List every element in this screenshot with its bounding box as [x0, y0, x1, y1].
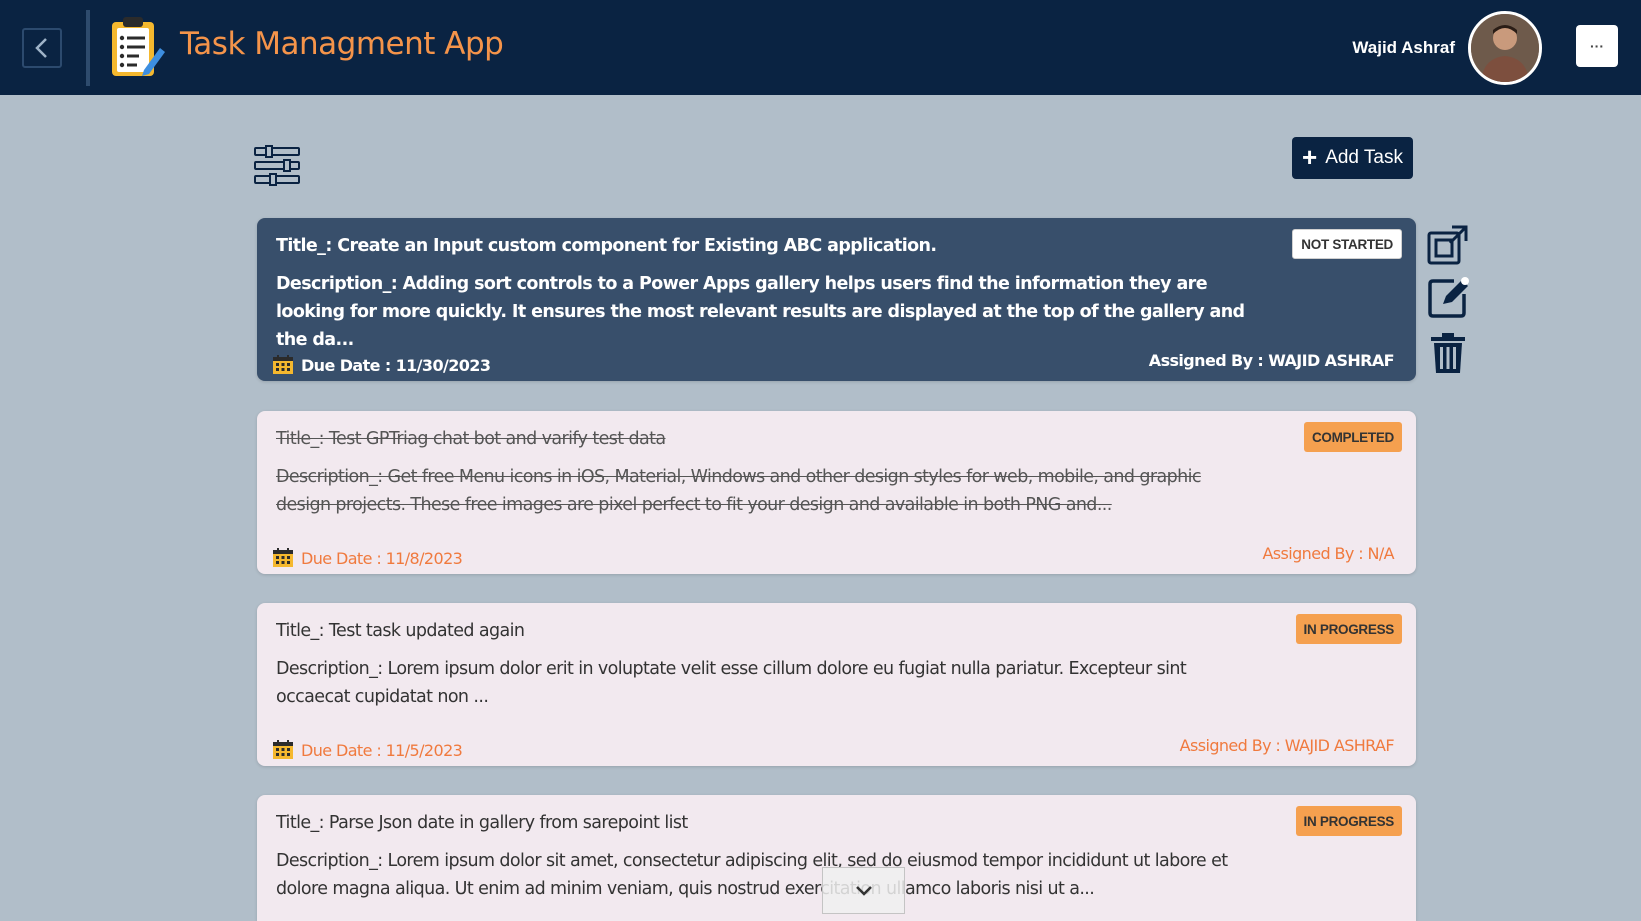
status-badge: IN PROGRESS — [1295, 614, 1402, 644]
task-description: Description_: Lorem ipsum dolor sit amet… — [276, 851, 1228, 899]
open-external-icon[interactable] — [1426, 223, 1470, 267]
due-date: Due Date : 11/30/2023 — [272, 355, 491, 375]
task-card[interactable]: Title_: Test task updated again Descript… — [257, 603, 1416, 766]
due-date-text: Due Date : 11/30/2023 — [301, 355, 491, 375]
edit-icon[interactable] — [1426, 276, 1470, 320]
due-date: Due Date : 11/5/2023 — [272, 740, 463, 760]
task-title: Title_: Test GPTriag chat bot and varify… — [276, 429, 666, 449]
assigned-by: Assigned By : WAJID ASHRAF — [1179, 736, 1395, 755]
scroll-down-button[interactable] — [822, 867, 905, 914]
back-icon — [35, 38, 47, 58]
app-header: Task Managment App Wajid Ashraf ··· — [0, 0, 1641, 95]
task-title: Title_: Create an Input custom component… — [276, 236, 937, 256]
header-divider — [86, 10, 90, 86]
clipboard-logo-icon — [112, 17, 165, 76]
task-card[interactable]: Title_: Create an Input custom component… — [257, 218, 1416, 381]
task-card[interactable]: Title_: Test GPTriag chat bot and varify… — [257, 411, 1416, 574]
user-name: Wajid Ashraf — [1352, 38, 1455, 57]
status-badge: COMPLETED — [1303, 422, 1402, 452]
trash-icon[interactable] — [1426, 331, 1470, 375]
task-description: Description_: Get free Menu icons in iOS… — [276, 467, 1202, 515]
status-badge: IN PROGRESS — [1295, 806, 1402, 836]
calendar-icon — [273, 355, 293, 374]
plus-icon: + — [1302, 142, 1318, 172]
avatar[interactable] — [1468, 11, 1542, 85]
calendar-icon — [273, 740, 293, 759]
task-description: Description_: Adding sort controls to a … — [276, 274, 1245, 350]
user-photo-icon — [1471, 14, 1539, 82]
task-title: Title_: Test task updated again — [276, 621, 525, 641]
status-badge: NOT STARTED — [1292, 229, 1402, 259]
calendar-icon — [273, 548, 293, 567]
chevron-down-icon — [855, 885, 872, 896]
task-title: Title_: Parse Json date in gallery from … — [276, 813, 688, 833]
due-date: Due Date : 11/8/2023 — [272, 548, 463, 568]
filter-sliders-icon[interactable] — [254, 145, 300, 187]
due-date-text: Due Date : 11/5/2023 — [301, 740, 463, 760]
add-task-label: Add Task — [1325, 147, 1403, 168]
add-task-button[interactable]: + Add Task — [1292, 137, 1413, 179]
back-button[interactable] — [22, 28, 62, 68]
more-button[interactable]: ··· — [1576, 25, 1618, 67]
task-description: Description_: Lorem ipsum dolor erit in … — [276, 659, 1187, 707]
due-date-text: Due Date : 11/8/2023 — [301, 548, 463, 568]
assigned-by: Assigned By : WAJID ASHRAF — [1148, 351, 1395, 370]
assigned-by: Assigned By : N/A — [1262, 544, 1394, 563]
app-title: Task Managment App — [180, 26, 504, 62]
